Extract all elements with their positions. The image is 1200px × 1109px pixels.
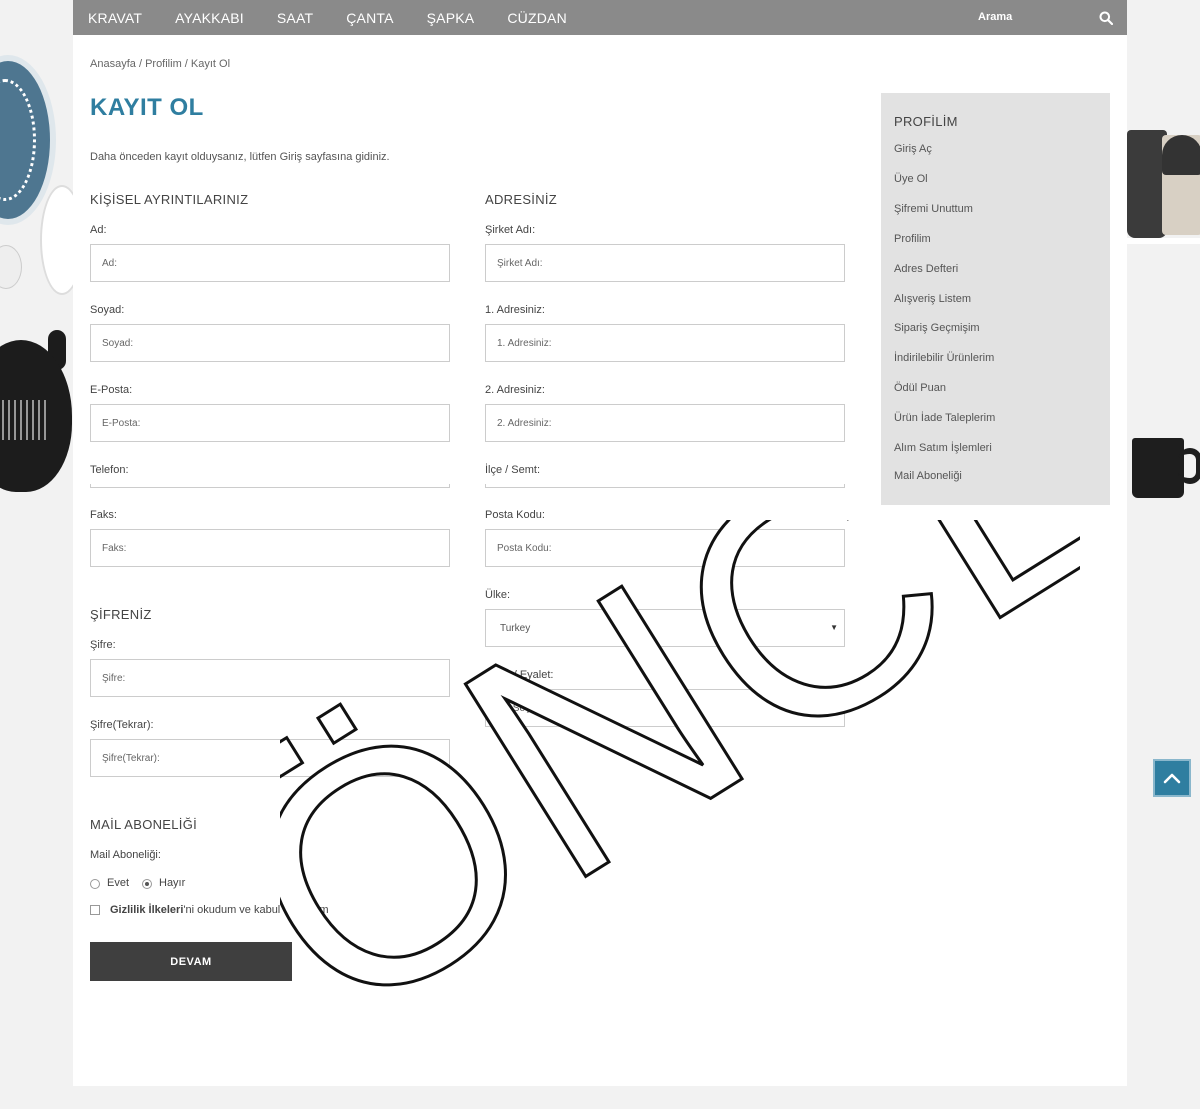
fax-label: Faks: — [90, 509, 117, 521]
privacy-consent-rest: 'ni okudum ve kabul ediyorum — [183, 904, 329, 916]
sidebar-item-transactions[interactable]: Alım Satım İşlemleri — [894, 442, 992, 454]
address1-label: 1. Adresiniz: — [485, 304, 545, 316]
password-label: Şifre: — [90, 639, 116, 651]
company-label: Şirket Adı: — [485, 224, 536, 236]
postcode-label: Posta Kodu: — [485, 509, 545, 521]
newsletter-no-radio[interactable] — [142, 879, 152, 889]
breadcrumb-home[interactable]: Anasayfa — [90, 58, 136, 70]
address-heading: ADRESİNİZ — [485, 192, 558, 207]
nav-item-saat[interactable]: SAAT — [277, 10, 313, 26]
sidebar-item-profile[interactable]: Profilim — [894, 233, 931, 245]
newsletter-yes-label: Evet — [107, 877, 130, 889]
sidebar-item-returns[interactable]: Ürün İade Taleplerim — [894, 412, 995, 424]
first-name-label: Ad: — [90, 224, 107, 236]
decorative-cup-lid — [1162, 135, 1200, 175]
district-input[interactable] — [485, 484, 845, 488]
email-input[interactable] — [90, 404, 450, 442]
city-select-value: --- Seçiniz --- — [500, 703, 558, 714]
chevron-up-icon — [1163, 773, 1181, 784]
privacy-consent-checkbox[interactable] — [90, 905, 100, 915]
sidebar-item-forgot-password[interactable]: Şifremi Unuttum — [894, 203, 973, 215]
chevron-down-icon: ▼ — [830, 703, 838, 712]
decorative-mug — [1132, 438, 1184, 498]
sidebar-item-order-history[interactable]: Sipariş Geçmişim — [894, 322, 980, 334]
password-confirm-label: Şifre(Tekrar): — [90, 719, 154, 731]
email-label: E-Posta: — [90, 384, 133, 396]
decorative-shelf — [1127, 238, 1200, 244]
city-select[interactable]: --- Seçiniz --- ▼ — [485, 689, 845, 727]
decorative-plate — [0, 245, 22, 289]
password-heading: ŞİFRENİZ — [90, 607, 152, 622]
decorative-mug-handle — [1178, 448, 1200, 484]
sidebar-item-register[interactable]: Üye Ol — [894, 173, 928, 185]
fax-input[interactable] — [90, 529, 450, 567]
top-navigation: KRAVAT AYAKKABI SAAT ÇANTA ŞAPKA CÜZDAN … — [73, 0, 1127, 35]
breadcrumb-separator: / — [138, 58, 142, 70]
last-name-input[interactable] — [90, 324, 450, 362]
sidebar-item-downloads[interactable]: İndirilebilir Ürünlerim — [894, 352, 994, 364]
breadcrumb: Anasayfa / Profilim / Kayıt Ol — [90, 58, 230, 70]
address1-input[interactable] — [485, 324, 845, 362]
address2-label: 2. Adresiniz: — [485, 384, 545, 396]
breadcrumb-profile[interactable]: Profilim — [145, 58, 182, 70]
decorative-cup — [1127, 130, 1167, 238]
privacy-policy-link[interactable]: Gizlilik İlkeleri — [110, 904, 183, 916]
sidebar-item-address-book[interactable]: Adres Defteri — [894, 263, 958, 275]
search-input[interactable]: Arama — [978, 11, 1012, 23]
sidebar-item-login[interactable]: Giriş Aç — [894, 143, 932, 155]
address2-input[interactable] — [485, 404, 845, 442]
page-title: KAYIT OL — [90, 94, 204, 121]
nav-item-sapka[interactable]: ŞAPKA — [427, 10, 475, 26]
intro-text: Daha önceden kayıt olduysanız, lütfen Gi… — [90, 151, 390, 163]
sidebar-title: PROFİLİM — [894, 114, 958, 129]
continue-button[interactable]: DEVAM — [90, 942, 292, 981]
password-confirm-input[interactable] — [90, 739, 450, 777]
postcode-input[interactable] — [485, 529, 845, 567]
newsletter-yes-radio[interactable] — [90, 879, 100, 889]
personal-details-heading: KİŞİSEL AYRINTILARINIZ — [90, 192, 249, 207]
nav-item-kravat[interactable]: KRAVAT — [88, 10, 142, 26]
profile-sidebar: PROFİLİM Giriş Aç Üye Ol Şifremi Unuttum… — [881, 93, 1110, 505]
last-name-label: Soyad: — [90, 304, 125, 316]
nav-item-canta[interactable]: ÇANTA — [346, 10, 393, 26]
sidebar-item-reward-points[interactable]: Ödül Puan — [894, 382, 946, 394]
main-panel: KRAVAT AYAKKABI SAAT ÇANTA ŞAPKA CÜZDAN … — [73, 0, 1127, 1086]
newsletter-label: Mail Aboneliği: — [90, 849, 161, 861]
district-label: İlçe / Semt: — [485, 464, 541, 476]
company-input[interactable] — [485, 244, 845, 282]
back-to-top-button[interactable] — [1153, 759, 1191, 797]
sidebar-item-wishlist[interactable]: Alışveriş Listem — [894, 293, 971, 305]
country-label: Ülke: — [485, 589, 511, 601]
privacy-consent-text: Gizlilik İlkeleri'ni okudum ve kabul edi… — [110, 904, 329, 916]
country-select[interactable]: Turkey ▼ — [485, 609, 845, 647]
newsletter-no-label: Hayır — [159, 877, 186, 889]
chevron-down-icon: ▼ — [830, 623, 838, 632]
breadcrumb-separator: / — [184, 58, 188, 70]
city-label: Şehir / Eyalet: — [485, 669, 554, 681]
nav-item-cuzdan[interactable]: CÜZDAN — [507, 10, 567, 26]
password-input[interactable] — [90, 659, 450, 697]
newsletter-heading: MAİL ABONELİĞİ — [90, 817, 198, 832]
country-select-value: Turkey — [500, 623, 531, 634]
sidebar-item-newsletter[interactable]: Mail Aboneliği — [894, 470, 962, 482]
first-name-input[interactable] — [90, 244, 450, 282]
phone-label: Telefon: — [90, 464, 129, 476]
nav-item-ayakkabi[interactable]: AYAKKABI — [175, 10, 244, 26]
breadcrumb-current: Kayıt Ol — [190, 58, 231, 70]
search-icon[interactable] — [1099, 11, 1113, 25]
phone-input[interactable] — [90, 484, 450, 488]
